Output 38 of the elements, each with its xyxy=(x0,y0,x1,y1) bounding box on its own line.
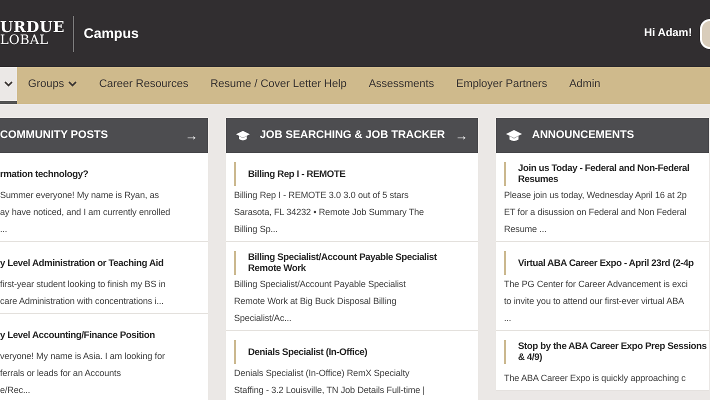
item-summary: Denials Specialist (In-Office) RemX Specialty Staffing - 3.2 Louisville, TN Job Details Full-time | xyxy=(234,367,425,397)
item-summary: Summer everyone! My name is Ryan, as ay have noticed, and I am currently enrolled ... xyxy=(0,189,170,236)
item-summary: Billing Rep I - REMOTE 3.0 3.0 out of 5 stars Sarasota, FL 34232 • Remote Job Summary The Billing Sp... xyxy=(234,189,424,236)
item-title[interactable]: y Level Accounting/Finance Position xyxy=(0,323,155,347)
caret-icon xyxy=(4,81,13,87)
item-title[interactable]: Stop by the ABA Career Expo Prep Sessions & 4/9) xyxy=(504,340,707,364)
logo[interactable]: URDUE LOBAL xyxy=(0,20,65,48)
item-summary: Please join us today, Wednesday April 16 at 2p ET for a disussion on Federal and Non Federal Resume ... xyxy=(504,189,687,236)
arrow-link[interactable]: → xyxy=(455,126,468,146)
item-summary: Billing Specialist/Account Payable Specialist Remote Work at Big Buck Disposal Billing Specialist/Ac... xyxy=(234,278,406,325)
item-summary: The ABA Career Expo is quickly approaching c xyxy=(504,372,686,385)
nav-tab[interactable]: Employer Partners xyxy=(445,67,558,104)
nav-tab[interactable]: Assessments xyxy=(358,67,446,104)
item-title[interactable]: Denials Specialist (In-Office) xyxy=(234,340,368,364)
greeting: Hi Adam! xyxy=(644,26,692,42)
item-title[interactable]: rmation technology? xyxy=(0,162,88,186)
graduation-cap-icon xyxy=(506,130,522,142)
panel-title: ANNOUNCEMENTS xyxy=(532,128,636,144)
item-title[interactable]: Billing Rep I - REMOTE xyxy=(234,162,346,186)
graduation-cap-icon xyxy=(236,130,250,142)
nav-tab[interactable]: Career Resources xyxy=(88,67,200,104)
nav-tab[interactable]: Groups xyxy=(17,67,88,104)
caret-icon xyxy=(68,81,78,87)
avatar[interactable] xyxy=(700,18,710,48)
site-title: Campus xyxy=(84,24,139,43)
item-title[interactable]: y Level Administration or Teaching Aid xyxy=(0,251,164,275)
item-title[interactable]: Billing Specialist/Account Payable Specialist Remote Work xyxy=(234,251,437,275)
item-title[interactable]: Join us Today - Federal and Non-Federal Resumes xyxy=(504,162,690,186)
item-title[interactable]: Virtual ABA Career Expo - April 23rd (2-4p xyxy=(504,251,694,275)
nav-tab[interactable] xyxy=(0,67,17,104)
item-summary: veryone! My name is Asia. I am looking for ferrals or leads for an Accounts e/Rec... xyxy=(0,350,165,397)
panel-title: COMMUNITY POSTS xyxy=(0,128,109,144)
nav-tab[interactable]: Admin xyxy=(558,67,612,104)
item-summary: first-year student looking to finish my BS in care Administration with concentrations i... xyxy=(0,278,166,308)
item-summary: The PG Center for Career Advancement is exci to invite you to attend our first-ever virtual ABA ... xyxy=(504,278,688,325)
panel-title: JOB SEARCHING & JOB TRACKER xyxy=(260,128,445,144)
arrow-link[interactable]: → xyxy=(185,126,198,146)
nav-tab[interactable]: Resume / Cover Letter Help xyxy=(199,67,358,104)
